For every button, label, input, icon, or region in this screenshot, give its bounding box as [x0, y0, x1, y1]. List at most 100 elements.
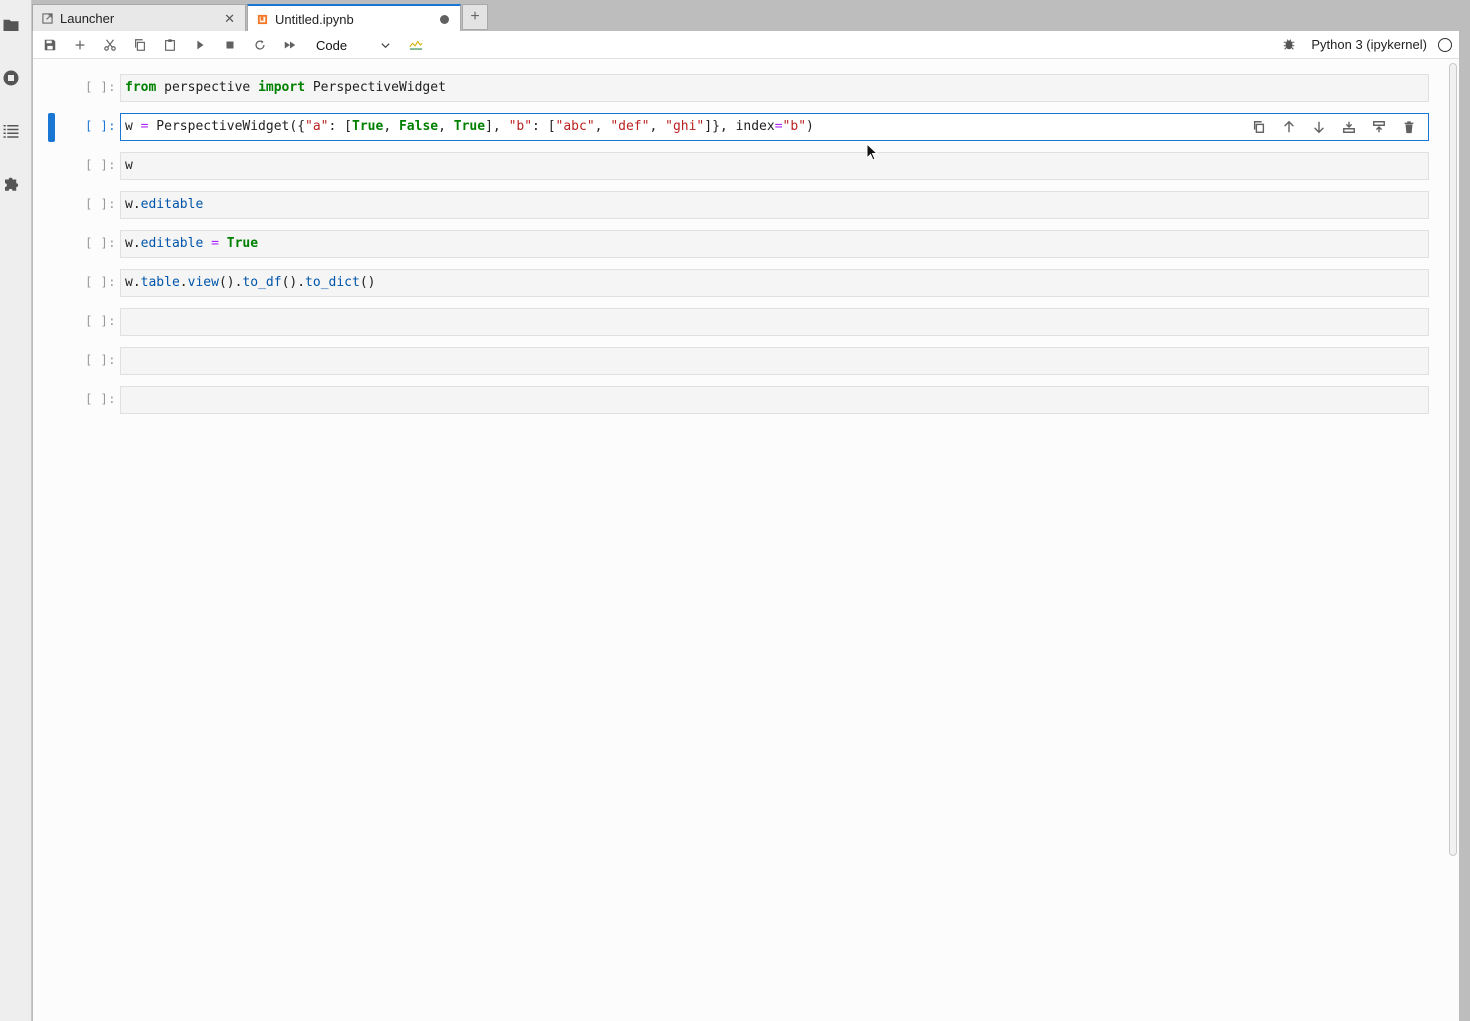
code-token: , — [594, 119, 611, 134]
code-token: view — [187, 275, 219, 290]
cell-editor[interactable]: w.editable = True — [120, 230, 1429, 258]
copy-button[interactable] — [131, 36, 149, 54]
code-token: (). — [281, 275, 306, 290]
notebook-scrollbar[interactable] — [1449, 63, 1457, 856]
left-activity-bar — [0, 0, 32, 1021]
debugger-bug-icon[interactable] — [1282, 37, 1296, 51]
duplicate-cell-icon[interactable] — [1250, 118, 1268, 136]
code-token: , — [438, 119, 454, 134]
code-cell[interactable]: [ ]: w — [33, 152, 1433, 180]
cell-prompt: [ ]: — [85, 80, 116, 94]
code-token: import — [258, 80, 306, 95]
code-token: : [ — [532, 119, 556, 134]
cell-prompt: [ ]: — [85, 197, 116, 211]
move-down-icon[interactable] — [1310, 118, 1328, 136]
code-token: ], — [485, 119, 509, 134]
code-token: table — [140, 275, 180, 290]
cell-prompt: [ ]: — [85, 314, 116, 328]
interrupt-kernel-button[interactable] — [221, 36, 239, 54]
code-token: (). — [218, 275, 243, 290]
code-cell[interactable]: [ ]: w = PerspectiveWidget({"a": [True, F… — [33, 113, 1433, 142]
cell-toolbar — [1250, 118, 1418, 136]
cut-button[interactable] — [101, 36, 119, 54]
code-token: w. — [125, 197, 141, 212]
unsaved-indicator-icon[interactable] — [440, 15, 449, 24]
code-token: True — [226, 236, 259, 251]
folder-icon[interactable] — [2, 16, 20, 34]
tab-label: Launcher — [60, 10, 115, 26]
table-of-contents-icon[interactable] — [2, 122, 20, 140]
cell-prompt: [ ]: — [85, 119, 116, 133]
code-cell[interactable]: [ ]: — [33, 386, 1433, 414]
code-token: = — [211, 236, 219, 251]
cell-prompt: [ ]: — [85, 353, 116, 367]
cell-editor[interactable] — [120, 386, 1429, 414]
cell-editor[interactable] — [120, 347, 1429, 375]
code-token: "abc" — [555, 119, 595, 134]
tab-bar: Launcher ✕ Untitled.ipynb + — [32, 0, 1470, 32]
code-token: to_df — [242, 275, 282, 290]
move-up-icon[interactable] — [1280, 118, 1298, 136]
code-token: PerspectiveWidget — [305, 80, 446, 95]
delete-cell-icon[interactable] — [1400, 118, 1418, 136]
code-token: w — [125, 119, 141, 134]
code-cell[interactable]: [ ]: w.table.view().to_df().to_dict() — [33, 269, 1433, 297]
cell-editor[interactable]: w.table.view().to_df().to_dict() — [120, 269, 1429, 297]
restart-kernel-button[interactable] — [251, 36, 269, 54]
paste-button[interactable] — [161, 36, 179, 54]
cell-editor[interactable]: from perspective import PerspectiveWidge… — [120, 74, 1429, 102]
code-token: : [ — [328, 119, 352, 134]
code-token: "b" — [508, 119, 533, 134]
insert-cell-button[interactable] — [71, 36, 89, 54]
kernel-name[interactable]: Python 3 (ipykernel) — [1311, 37, 1427, 52]
code-token: True — [352, 119, 384, 134]
code-token: = — [774, 119, 783, 134]
code-token: "b" — [782, 119, 807, 134]
code-cell[interactable]: [ ]: w.editable — [33, 191, 1433, 219]
tab-launcher[interactable]: Launcher ✕ — [32, 4, 246, 31]
code-token: ]}, index — [704, 119, 775, 134]
code-cell[interactable]: [ ]: w.editable = True — [33, 230, 1433, 258]
close-icon[interactable]: ✕ — [224, 11, 235, 27]
insert-above-icon[interactable] — [1370, 118, 1388, 136]
jupyterlab-window: Launcher ✕ Untitled.ipynb + Code Python … — [0, 0, 1470, 1021]
code-token: True — [453, 119, 486, 134]
insert-below-icon[interactable] — [1340, 118, 1358, 136]
cell-editor[interactable]: w — [120, 152, 1429, 180]
notebook-toolbar: Code Python 3 (ipykernel) — [33, 31, 1459, 59]
cell-type-value: Code — [316, 37, 348, 53]
code-token: "ghi" — [665, 119, 705, 134]
tab-untitled-notebook[interactable]: Untitled.ipynb — [247, 4, 461, 32]
code-token: to_dict — [305, 275, 360, 290]
run-cell-button[interactable] — [191, 36, 209, 54]
plus-icon: + — [470, 8, 480, 25]
cell-editor[interactable]: w = PerspectiveWidget({"a": [True, False… — [120, 113, 1429, 141]
running-kernels-icon[interactable] — [2, 69, 20, 87]
cell-prompt: [ ]: — [85, 392, 116, 406]
cell-type-select[interactable]: Code — [316, 36, 396, 54]
code-token: perspective — [156, 80, 259, 95]
code-cell[interactable]: [ ]: from perspective import PerspectiveW… — [33, 74, 1433, 102]
cell-editor[interactable] — [120, 308, 1429, 336]
code-cell[interactable]: [ ]: — [33, 347, 1433, 375]
chevron-down-icon — [380, 39, 391, 54]
new-tab-button[interactable]: + — [462, 4, 488, 30]
cell-collapser[interactable] — [48, 113, 55, 142]
extension-puzzle-icon[interactable] — [2, 175, 20, 193]
cell-prompt: [ ]: — [85, 236, 116, 250]
performance-icon[interactable] — [407, 36, 425, 54]
save-button[interactable] — [41, 36, 59, 54]
code-cell[interactable]: [ ]: — [33, 308, 1433, 336]
launcher-icon — [42, 12, 54, 24]
code-token: w. — [125, 236, 141, 251]
tab-label: Untitled.ipynb — [275, 11, 354, 27]
restart-run-all-button[interactable] — [281, 36, 299, 54]
cell-editor[interactable]: w.editable — [120, 191, 1429, 219]
code-token: w — [125, 158, 133, 173]
notebook-icon — [257, 13, 269, 25]
cell-prompt: [ ]: — [85, 275, 116, 289]
code-token: , — [383, 119, 399, 134]
notebook-panel: Code Python 3 (ipykernel) [ ]: from persp… — [33, 31, 1459, 1021]
